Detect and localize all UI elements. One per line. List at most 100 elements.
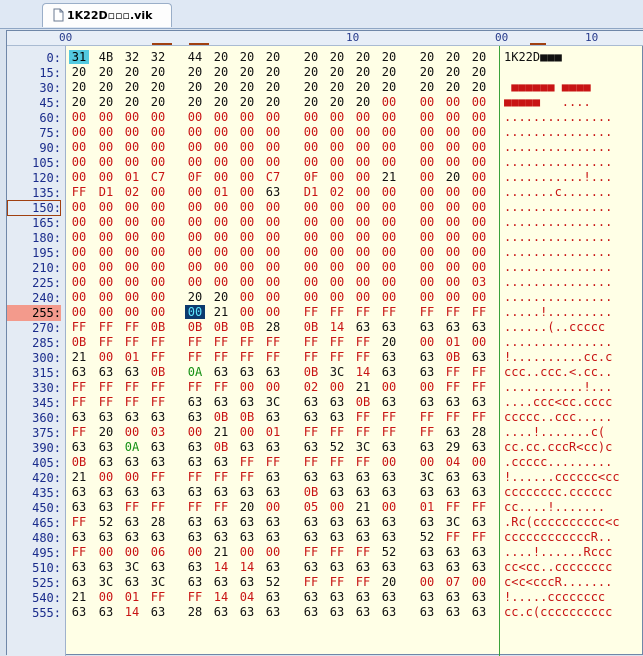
hex-byte[interactable]: 00 <box>263 230 283 244</box>
hex-byte[interactable]: 3C <box>148 575 168 589</box>
hex-byte[interactable]: 00 <box>353 155 373 169</box>
hex-byte[interactable]: 63 <box>469 590 489 604</box>
hex-byte[interactable]: 63 <box>263 530 283 544</box>
hex-byte[interactable]: 00 <box>379 275 399 289</box>
hex-byte[interactable]: 14 <box>237 560 257 574</box>
hex-byte[interactable]: 00 <box>69 230 89 244</box>
hex-byte[interactable]: 63 <box>353 485 373 499</box>
hex-byte[interactable]: 0B <box>148 320 168 334</box>
hex-byte[interactable]: 63 <box>263 485 283 499</box>
hex-byte[interactable]: 04 <box>443 455 463 469</box>
ascii-row[interactable]: ....ccc<cc.cccc <box>504 395 612 411</box>
hex-byte[interactable]: 63 <box>211 455 231 469</box>
hex-byte[interactable]: FF <box>69 320 89 334</box>
hex-byte[interactable]: FF <box>301 350 321 364</box>
hex-byte[interactable]: 63 <box>122 410 142 424</box>
hex-byte[interactable]: 00 <box>148 185 168 199</box>
hex-byte[interactable]: 00 <box>301 290 321 304</box>
hex-byte[interactable]: 00 <box>469 125 489 139</box>
hex-byte[interactable]: 00 <box>353 170 373 184</box>
hex-byte[interactable]: 00 <box>237 155 257 169</box>
hex-byte[interactable]: 00 <box>417 380 437 394</box>
hex-byte[interactable]: 00 <box>96 140 116 154</box>
hex-byte[interactable]: 00 <box>237 380 257 394</box>
hex-byte[interactable]: 63 <box>263 440 283 454</box>
hex-byte[interactable]: 00 <box>417 260 437 274</box>
hex-byte[interactable]: 05 <box>301 500 321 514</box>
hex-byte[interactable]: 63 <box>353 530 373 544</box>
hex-byte[interactable]: 00 <box>237 230 257 244</box>
hex-byte[interactable]: 00 <box>185 125 205 139</box>
hex-byte[interactable]: 32 <box>122 50 142 64</box>
hex-byte[interactable]: 00 <box>379 500 399 514</box>
hex-byte[interactable]: 63 <box>353 605 373 619</box>
hex-byte[interactable]: FF <box>327 455 347 469</box>
ascii-row[interactable]: ............... <box>504 260 612 276</box>
hex-byte[interactable]: 28 <box>263 320 283 334</box>
hex-byte[interactable]: FF <box>443 305 463 319</box>
hex-byte[interactable]: FF <box>301 305 321 319</box>
hex-byte[interactable]: 07 <box>443 575 463 589</box>
hex-byte[interactable]: 63 <box>96 440 116 454</box>
hex-byte[interactable]: 63 <box>379 515 399 529</box>
hex-byte[interactable]: 02 <box>301 380 321 394</box>
hex-byte[interactable]: 20 <box>327 65 347 79</box>
hex-byte[interactable]: 00 <box>469 230 489 244</box>
hex-byte[interactable]: 00 <box>443 125 463 139</box>
hex-byte[interactable]: 63 <box>469 440 489 454</box>
hex-byte[interactable]: 00 <box>263 500 283 514</box>
ascii-row[interactable]: ....!......Rccc <box>504 545 612 561</box>
hex-byte[interactable]: 20 <box>237 80 257 94</box>
hex-byte[interactable]: FF <box>263 335 283 349</box>
hex-byte[interactable]: 00 <box>96 230 116 244</box>
hex-byte[interactable]: 3C <box>96 575 116 589</box>
hex-byte[interactable]: 20 <box>237 50 257 64</box>
hex-byte[interactable]: FF <box>301 425 321 439</box>
hex-byte[interactable]: 20 <box>185 95 205 109</box>
hex-byte[interactable]: 20 <box>263 80 283 94</box>
hex-byte[interactable]: 63 <box>237 605 257 619</box>
hex-byte[interactable]: 00 <box>69 140 89 154</box>
hex-byte[interactable]: 01 <box>211 185 231 199</box>
hex-byte[interactable]: FF <box>353 410 373 424</box>
hex-byte[interactable]: 00 <box>148 290 168 304</box>
hex-byte[interactable]: FF <box>148 380 168 394</box>
hex-byte[interactable]: 20 <box>263 65 283 79</box>
hex-byte[interactable]: 00 <box>353 200 373 214</box>
hex-byte[interactable]: 63 <box>263 365 283 379</box>
hex-byte[interactable]: 00 <box>443 215 463 229</box>
hex-byte[interactable]: 00 <box>327 230 347 244</box>
hex-byte[interactable]: 00 <box>469 290 489 304</box>
hex-byte[interactable]: 00 <box>185 245 205 259</box>
hex-byte[interactable]: 20 <box>122 65 142 79</box>
hex-byte[interactable]: 00 <box>417 185 437 199</box>
hex-byte[interactable]: 20 <box>469 65 489 79</box>
hex-byte[interactable]: 14 <box>211 560 231 574</box>
hex-byte[interactable]: FF <box>417 410 437 424</box>
hex-byte[interactable]: 21 <box>211 425 231 439</box>
hex-byte[interactable]: 00 <box>417 455 437 469</box>
ascii-row[interactable]: ■■■■■■ ■■■■ <box>504 80 590 96</box>
hex-byte[interactable]: 00 <box>185 215 205 229</box>
hex-byte[interactable]: 63 <box>96 530 116 544</box>
hex-byte[interactable]: 00 <box>301 245 321 259</box>
hex-byte[interactable]: 00 <box>185 110 205 124</box>
hex-byte[interactable]: 63 <box>417 365 437 379</box>
hex-byte[interactable]: 63 <box>122 530 142 544</box>
hex-byte[interactable]: 63 <box>185 515 205 529</box>
hex-byte[interactable]: 00 <box>327 140 347 154</box>
hex-byte[interactable]: 00 <box>185 200 205 214</box>
ascii-row[interactable]: cc.cc.cccR<cc)c <box>504 440 612 456</box>
hex-byte[interactable]: 0B <box>211 410 231 424</box>
hex-byte[interactable]: FF <box>327 305 347 319</box>
hex-byte[interactable]: 00 <box>185 545 205 559</box>
hex-byte[interactable]: FF <box>96 380 116 394</box>
hex-byte[interactable]: 20 <box>443 65 463 79</box>
hex-byte[interactable]: 20 <box>148 65 168 79</box>
hex-byte[interactable]: FF <box>122 500 142 514</box>
hex-byte[interactable]: 00 <box>353 140 373 154</box>
hex-byte[interactable]: 0B <box>353 395 373 409</box>
hex-byte[interactable]: 31 <box>69 50 89 64</box>
hex-byte[interactable]: 00 <box>301 140 321 154</box>
hex-byte[interactable]: 21 <box>69 350 89 364</box>
